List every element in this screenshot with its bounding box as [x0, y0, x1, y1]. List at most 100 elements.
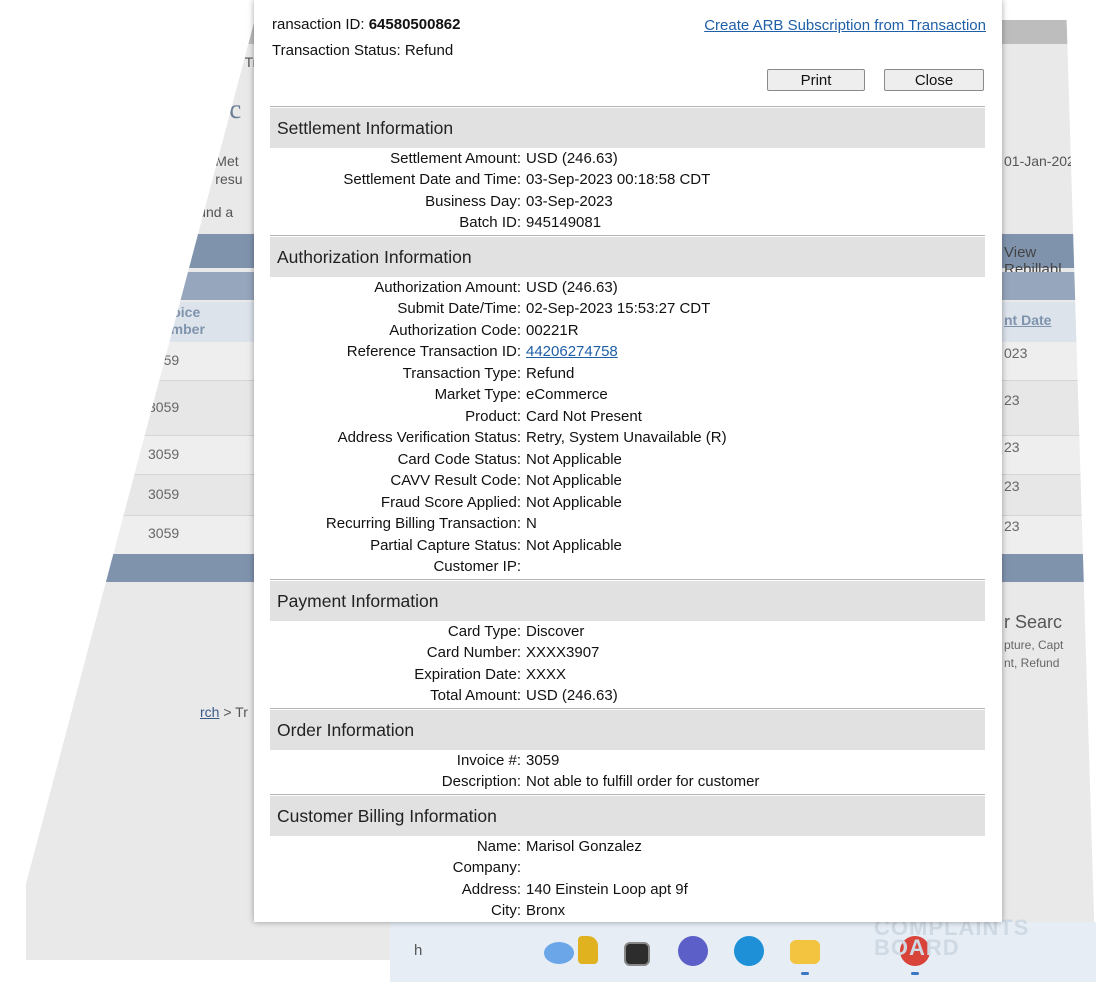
section-title: Order Information — [277, 720, 415, 740]
field-label: Card Code Status: — [397, 451, 521, 468]
field-label: Card Number: — [426, 644, 521, 661]
boot-icon[interactable] — [578, 936, 598, 964]
taskbar-search-input[interactable]: h — [414, 942, 422, 959]
close-button[interactable]: Close — [884, 69, 984, 91]
field-label: Card Type: — [447, 623, 521, 640]
field-row: Invoice #: 3059 — [254, 752, 1002, 773]
field-label: Recurring Billing Transaction: — [325, 515, 521, 532]
other-search-text: pture, Capt — [1004, 638, 1064, 652]
field-label: Settlement Date and Time: — [343, 171, 521, 188]
field-value: Not Applicable — [526, 537, 622, 554]
field-row: Customer IP: — [254, 558, 1002, 579]
edge-icon[interactable] — [734, 936, 764, 966]
field-value: Refund — [526, 365, 575, 382]
field-value: N — [526, 515, 537, 532]
field-row: Business Day: 03-Sep-2023 — [254, 193, 1002, 214]
billing-section-header: Customer Billing Information — [270, 796, 985, 836]
create-arb-subscription-link[interactable]: Create ARB Subscription from Transaction — [704, 17, 986, 34]
field-value: Not Applicable — [526, 472, 622, 489]
field-value: 02-Sep-2023 15:53:27 CDT — [526, 300, 711, 317]
field-value: Discover — [526, 623, 585, 640]
field-row: Company: — [254, 859, 1002, 880]
field-value: 03-Sep-2023 — [526, 193, 613, 210]
field-row: Transaction Type: Refund — [254, 365, 1002, 386]
field-row: City: Bronx — [254, 902, 1002, 922]
field-label: Address Verification Status: — [337, 429, 521, 446]
field-row: Card Code Status: Not Applicable — [254, 451, 1002, 472]
field-value: 03-Sep-2023 00:18:58 CDT — [526, 171, 711, 188]
field-value: 140 Einstein Loop apt 9f — [526, 881, 688, 898]
desktop-icon[interactable] — [624, 942, 650, 966]
field-value: eCommerce — [526, 386, 608, 403]
field-label: Business Day: — [425, 193, 521, 210]
field-label: Product: — [465, 408, 521, 425]
authorization-section-header: Authorization Information — [270, 237, 985, 277]
field-label: Invoice #: — [456, 752, 521, 769]
field-label: Name: — [476, 838, 521, 855]
field-value: Not Applicable — [526, 451, 622, 468]
divider — [270, 794, 985, 795]
field-label: Reference Transaction ID: — [346, 343, 521, 360]
field-value: 00221R — [526, 322, 579, 339]
field-row: Authorization Amount: USD (246.63) — [254, 279, 1002, 300]
field-row: Submit Date/Time: 02-Sep-2023 15:53:27 CD… — [254, 300, 1002, 321]
date-cell: 23 — [1004, 439, 1020, 455]
photo-border-left — [0, 0, 260, 982]
field-row: Authorization Code: 00221R — [254, 322, 1002, 343]
field-row: Product: Card Not Present — [254, 408, 1002, 429]
field-label: Batch ID: — [459, 214, 521, 231]
section-title: Payment Information — [277, 591, 439, 611]
field-label: Authorization Amount: — [374, 279, 521, 296]
teams-icon[interactable] — [678, 936, 708, 966]
field-label: Authorization Code: — [389, 322, 521, 339]
field-label: Submit Date/Time: — [397, 300, 521, 317]
field-row: Partial Capture Status: Not Applicable — [254, 537, 1002, 558]
order-section-header: Order Information — [270, 710, 985, 750]
folder-icon[interactable] — [790, 940, 820, 964]
date-cell: 023 — [1004, 345, 1028, 361]
settlement-section-header: Settlement Information — [270, 108, 985, 148]
print-button[interactable]: Print — [767, 69, 865, 91]
field-label: Customer IP: — [433, 558, 521, 575]
field-row: Description: Not able to fulfill order fo… — [254, 773, 1002, 794]
field-label: Settlement Amount: — [390, 150, 521, 167]
field-label: Address: — [461, 881, 521, 898]
field-row: Card Number: XXXX3907 — [254, 644, 1002, 665]
watermark-logo: COMPLAINTS BOARD — [874, 915, 1030, 960]
field-value: Bronx — [526, 902, 566, 919]
field-label: Expiration Date: — [414, 666, 521, 683]
field-value: USD (246.63) — [526, 279, 618, 296]
field-row: CAVV Result Code: Not Applicable — [254, 472, 1002, 493]
transaction-id-line: ransaction ID: 64580500862 — [272, 16, 460, 33]
field-value: 945149081 — [526, 214, 602, 231]
transaction-id-label: ransaction ID: — [272, 16, 365, 33]
field-label: CAVV Result Code: — [390, 472, 521, 489]
field-row: Batch ID: 945149081 — [254, 214, 1002, 235]
field-label: City: — [491, 902, 521, 919]
field-value: XXXX — [526, 666, 567, 683]
field-row: Card Type: Discover — [254, 623, 1002, 644]
chrome-running-indicator — [911, 972, 919, 975]
emoji-icon[interactable] — [544, 942, 574, 964]
field-row: Settlement Date and Time: 03-Sep-2023 00:… — [254, 171, 1002, 192]
field-label: Description: — [441, 773, 521, 790]
field-value: Not able to fulfill order for customer — [526, 773, 760, 790]
field-row: Settlement Amount: USD (246.63) — [254, 150, 1002, 171]
transaction-id-value: 64580500862 — [368, 16, 461, 33]
field-row: Recurring Billing Transaction: N — [254, 515, 1002, 536]
field-row: Address Verification Status: Retry, Syste… — [254, 429, 1002, 450]
transaction-detail-popup: ransaction ID: 64580500862 Transaction S… — [254, 0, 1002, 922]
payment-section-header: Payment Information — [270, 581, 985, 621]
divider — [270, 579, 985, 580]
reference-transaction-link[interactable]: 44206274758 — [526, 343, 618, 360]
section-title: Customer Billing Information — [277, 806, 497, 826]
field-label: Market Type: — [434, 386, 521, 403]
field-value: XXXX3907 — [526, 644, 600, 661]
field-value: 3059 — [526, 752, 560, 769]
field-row: Reference Transaction ID: 44206274758 — [254, 343, 1002, 364]
other-search-heading: r Searc — [1004, 612, 1063, 632]
section-title: Authorization Information — [277, 247, 472, 267]
other-search-text-2: nt, Refund — [1004, 656, 1060, 670]
field-label: Partial Capture Status: — [370, 537, 521, 554]
column-settlement-date[interactable]: nt Date — [1004, 312, 1051, 328]
